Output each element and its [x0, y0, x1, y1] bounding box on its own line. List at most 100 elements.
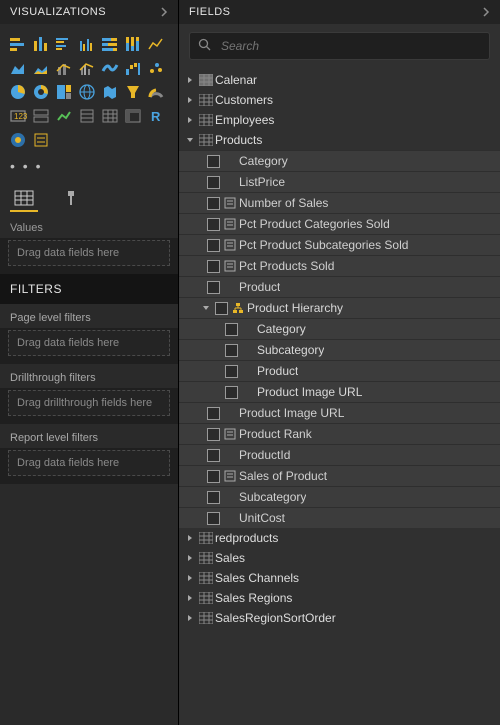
field-pct-products[interactable]: Pct Products Sold — [179, 255, 500, 276]
gauge-icon[interactable] — [146, 82, 166, 102]
measure-icon — [221, 428, 239, 440]
checkbox[interactable] — [205, 218, 221, 231]
field-unitcost[interactable]: UnitCost — [179, 507, 500, 528]
search-box[interactable] — [189, 32, 490, 60]
visualizations-header[interactable]: VISUALIZATIONS — [0, 0, 178, 24]
table-sales-channels[interactable]: Sales Channels — [179, 568, 500, 588]
caret-right-icon — [183, 116, 197, 124]
hierarchy-level-subcategory[interactable]: Subcategory — [179, 339, 500, 360]
kpi-icon[interactable] — [54, 106, 74, 126]
field-label: Pct Product Categories Sold — [239, 217, 390, 231]
card-icon[interactable]: 123 — [8, 106, 28, 126]
hierarchy-level-category[interactable]: Category — [179, 318, 500, 339]
stacked-area-icon[interactable] — [31, 58, 51, 78]
donut-chart-icon[interactable] — [31, 82, 51, 102]
table-sales[interactable]: Sales — [179, 548, 500, 568]
scatter-icon[interactable] — [146, 58, 166, 78]
field-label: Product Hierarchy — [247, 301, 343, 315]
checkbox[interactable] — [223, 365, 239, 378]
checkbox[interactable] — [223, 344, 239, 357]
checkbox[interactable] — [205, 449, 221, 462]
drillthrough-filters-dropwell[interactable]: Drag drillthrough fields here — [8, 390, 170, 416]
field-product-rank[interactable]: Product Rank — [179, 423, 500, 444]
checkbox[interactable] — [205, 428, 221, 441]
checkbox[interactable] — [205, 239, 221, 252]
funnel-icon[interactable] — [123, 82, 143, 102]
field-pct-subcategories[interactable]: Pct Product Subcategories Sold — [179, 234, 500, 255]
checkbox[interactable] — [223, 323, 239, 336]
checkbox[interactable] — [205, 491, 221, 504]
table-employees[interactable]: Employees — [179, 110, 500, 130]
table-salesregionsortorder[interactable]: SalesRegionSortOrder — [179, 608, 500, 628]
field-product-image-url[interactable]: Product Image URL — [179, 402, 500, 423]
checkbox[interactable] — [205, 281, 221, 294]
table-label: redproducts — [215, 531, 278, 545]
treemap-icon[interactable] — [54, 82, 74, 102]
field-sales-of-product[interactable]: Sales of Product — [179, 465, 500, 486]
field-label: Number of Sales — [239, 196, 328, 210]
table-label: SalesRegionSortOrder — [215, 611, 336, 625]
field-product-hierarchy[interactable]: Product Hierarchy — [179, 297, 500, 318]
checkbox[interactable] — [223, 386, 239, 399]
table-calenar[interactable]: Calenar — [179, 70, 500, 90]
checkbox[interactable] — [205, 470, 221, 483]
area-chart-icon[interactable] — [8, 58, 28, 78]
fields-tab-icon[interactable] — [10, 186, 38, 212]
field-number-of-sales[interactable]: Number of Sales — [179, 192, 500, 213]
ribbon-chart-icon[interactable] — [100, 58, 120, 78]
arcgis-icon[interactable] — [8, 130, 28, 150]
line-stacked-column-icon[interactable] — [54, 58, 74, 78]
table-label: Calenar — [215, 73, 257, 87]
more-visuals-icon[interactable]: • • • — [0, 156, 178, 180]
format-tab-icon[interactable] — [56, 186, 84, 210]
hierarchy-level-image-url[interactable]: Product Image URL — [179, 381, 500, 402]
checkbox[interactable] — [205, 155, 221, 168]
table-customers[interactable]: Customers — [179, 90, 500, 110]
checkbox[interactable] — [213, 302, 229, 315]
waterfall-icon[interactable] — [123, 58, 143, 78]
hierarchy-level-product[interactable]: Product — [179, 360, 500, 381]
stacked-column-icon[interactable] — [31, 34, 51, 54]
table-products[interactable]: Products — [179, 130, 500, 150]
pie-chart-icon[interactable] — [8, 82, 28, 102]
matrix-icon[interactable] — [123, 106, 143, 126]
checkbox[interactable] — [205, 260, 221, 273]
field-product[interactable]: Product — [179, 276, 500, 297]
checkbox[interactable] — [205, 176, 221, 189]
table-visual-icon[interactable] — [100, 106, 120, 126]
table-icon — [197, 94, 215, 106]
hundred-stacked-column-icon[interactable] — [123, 34, 143, 54]
field-subcategory[interactable]: Subcategory — [179, 486, 500, 507]
field-category[interactable]: Category — [179, 150, 500, 171]
field-listprice[interactable]: ListPrice — [179, 171, 500, 192]
custom-visual-icon[interactable] — [31, 130, 51, 150]
multirow-card-icon[interactable] — [31, 106, 51, 126]
svg-text:R: R — [151, 109, 161, 124]
table-sales-regions[interactable]: Sales Regions — [179, 588, 500, 608]
values-dropwell[interactable]: Drag data fields here — [8, 240, 170, 266]
search-input[interactable] — [219, 38, 481, 54]
fields-header[interactable]: FIELDS — [179, 0, 500, 24]
table-redproducts[interactable]: redproducts — [179, 528, 500, 548]
line-clustered-column-icon[interactable] — [77, 58, 97, 78]
r-visual-icon[interactable]: R — [146, 106, 166, 126]
clustered-column-icon[interactable] — [77, 34, 97, 54]
checkbox[interactable] — [205, 197, 221, 210]
stacked-bar-icon[interactable] — [8, 34, 28, 54]
clustered-bar-icon[interactable] — [54, 34, 74, 54]
field-label: Subcategory — [239, 490, 306, 504]
hundred-stacked-bar-icon[interactable] — [100, 34, 120, 54]
checkbox[interactable] — [205, 512, 221, 525]
field-pct-categories[interactable]: Pct Product Categories Sold — [179, 213, 500, 234]
line-chart-icon[interactable] — [146, 34, 166, 54]
field-productid[interactable]: ProductId — [179, 444, 500, 465]
page-filters-dropwell[interactable]: Drag data fields here — [8, 330, 170, 356]
report-filters-label: Report level filters — [0, 424, 178, 448]
report-filters-dropwell[interactable]: Drag data fields here — [8, 450, 170, 476]
filled-map-icon[interactable] — [100, 82, 120, 102]
field-label: Subcategory — [257, 343, 324, 357]
map-icon[interactable] — [77, 82, 97, 102]
checkbox[interactable] — [205, 407, 221, 420]
slicer-icon[interactable] — [77, 106, 97, 126]
measure-icon — [221, 470, 239, 482]
